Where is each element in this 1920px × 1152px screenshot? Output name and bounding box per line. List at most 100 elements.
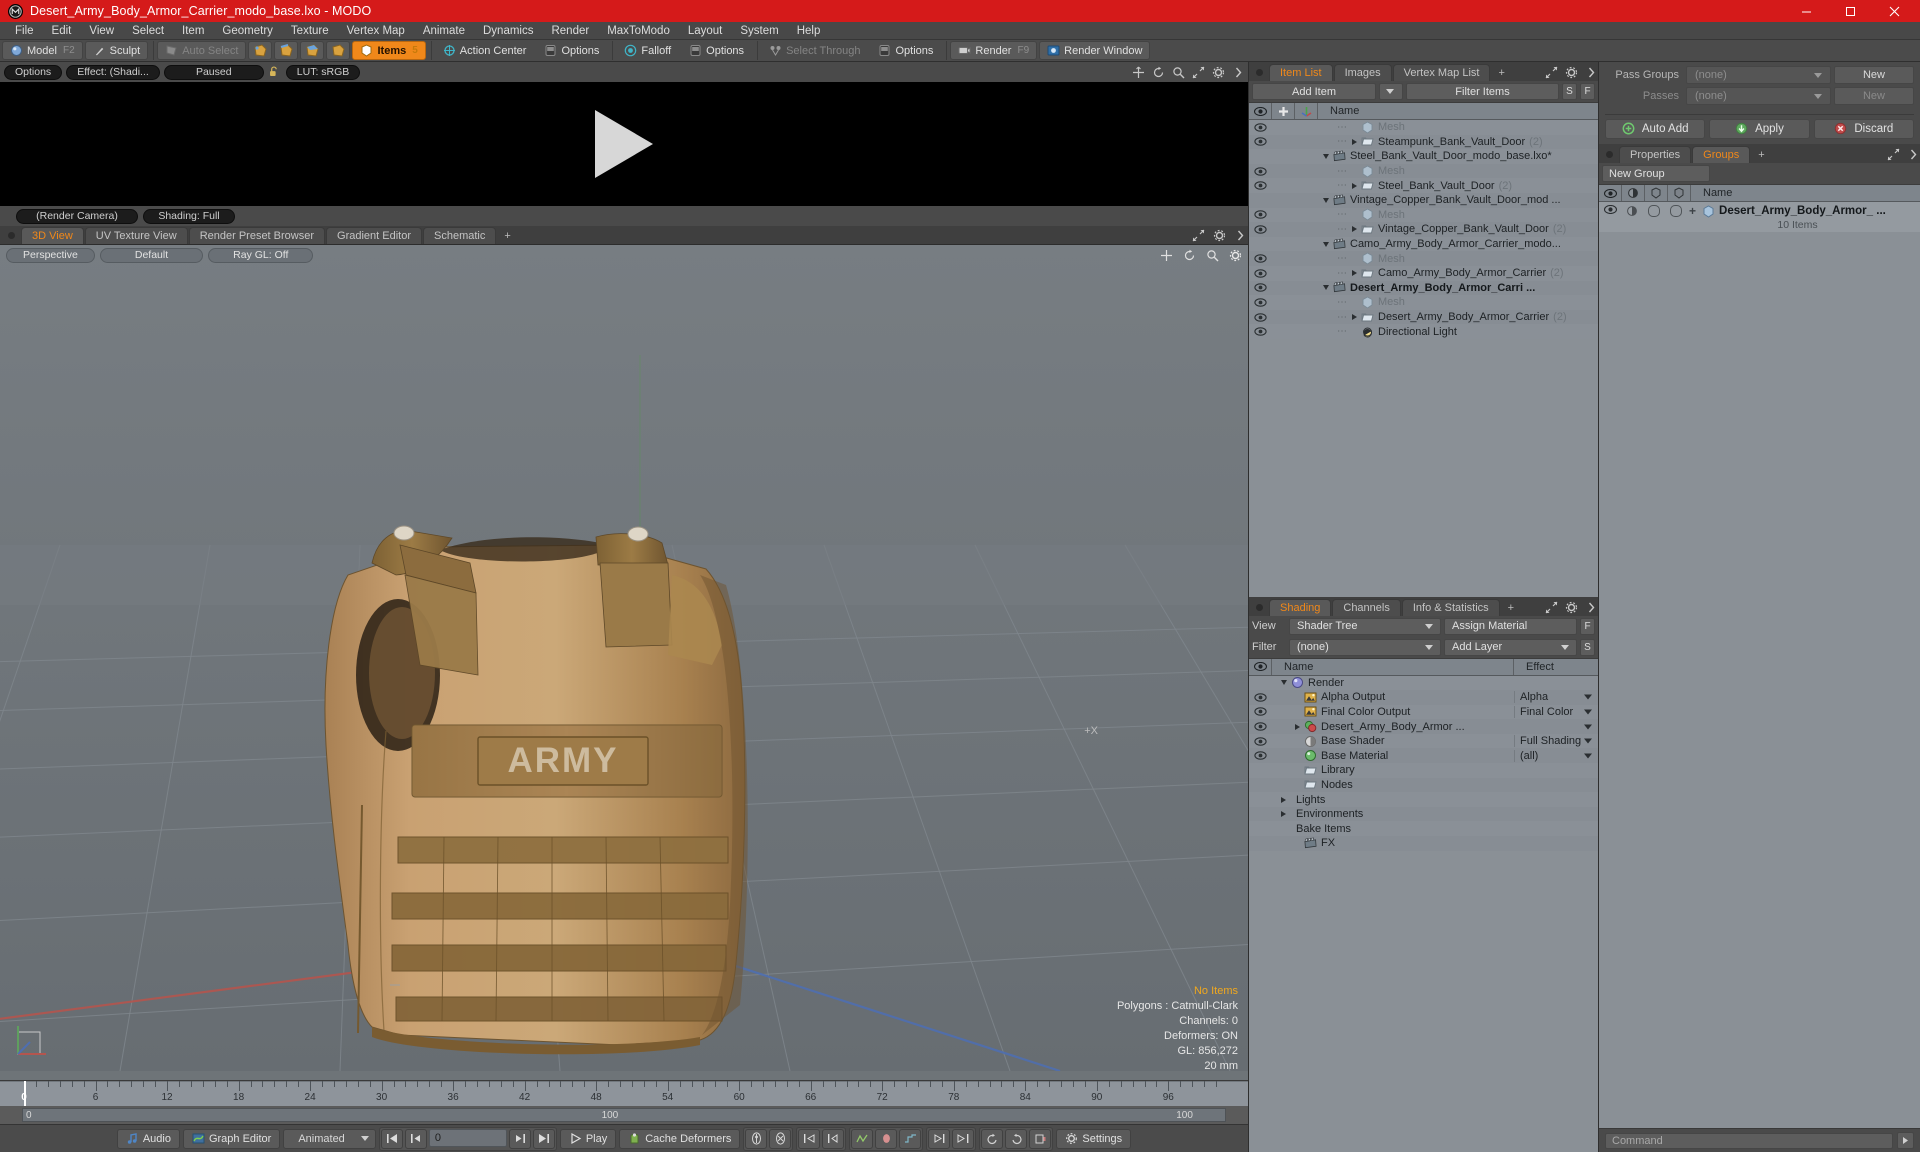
- menu-select[interactable]: Select: [123, 22, 173, 40]
- row-visibility-toggle[interactable]: [1249, 166, 1271, 176]
- shading-row[interactable]: Alpha Output Alpha: [1249, 690, 1598, 705]
- material-select-icon[interactable]: [326, 41, 351, 60]
- expand-arrow-icon[interactable]: [1281, 811, 1286, 818]
- gear-icon-2[interactable]: [1213, 229, 1226, 242]
- collapse-arrow-icon[interactable]: [1323, 153, 1329, 159]
- menu-file[interactable]: File: [6, 22, 43, 40]
- polygon-select-icon[interactable]: [300, 41, 325, 60]
- menu-item[interactable]: Item: [173, 22, 213, 40]
- menu-geometry[interactable]: Geometry: [213, 22, 282, 40]
- add-layer-dropdown[interactable]: Add Layer: [1444, 638, 1577, 656]
- shading-add-tab-button[interactable]: +: [1501, 599, 1521, 616]
- lut-dropdown[interactable]: LUT: sRGB: [285, 64, 361, 80]
- row-visibility-toggle[interactable]: [1249, 210, 1271, 220]
- pass-groups-new-button[interactable]: New: [1834, 66, 1914, 84]
- shading-row-visibility-toggle[interactable]: [1249, 736, 1271, 746]
- expand-icon-3[interactable]: [1545, 66, 1558, 79]
- groups-menu-dot-icon[interactable]: [1606, 151, 1613, 158]
- edge-select-icon[interactable]: [274, 41, 299, 60]
- shading-row[interactable]: Final Color Output Final Color: [1249, 704, 1598, 720]
- header-lock-icon[interactable]: [1272, 103, 1294, 119]
- chevron-right-icon[interactable]: [1232, 66, 1242, 79]
- item-list-row[interactable]: ⋯ Mesh: [1249, 295, 1598, 310]
- render-effect-dropdown[interactable]: Effect: (Shadi...: [66, 64, 160, 80]
- command-input[interactable]: Command: [1605, 1132, 1893, 1149]
- row-visibility-toggle[interactable]: [1249, 327, 1271, 336]
- row-visibility-toggle[interactable]: [1249, 312, 1271, 322]
- shading-filter-dropdown[interactable]: (none): [1289, 638, 1441, 656]
- item-list-row[interactable]: ⋯ Camo_Army_Body_Armor_Carrier (2): [1249, 265, 1598, 281]
- header-axis-icon[interactable]: [1295, 103, 1317, 119]
- timeline-ruler[interactable]: 06121824303642485460667278849096: [0, 1080, 1248, 1106]
- row-visibility-toggle[interactable]: [1249, 298, 1271, 307]
- render-shading-dropdown[interactable]: Shading: Full: [143, 208, 235, 224]
- shading-row-effect[interactable]: Alpha: [1514, 691, 1598, 704]
- header-visibility-icon[interactable]: [1249, 103, 1271, 119]
- shading-row-visibility-toggle[interactable]: [1249, 707, 1271, 717]
- shading-row[interactable]: Nodes: [1249, 777, 1598, 793]
- render-paused-button[interactable]: Paused: [163, 64, 264, 80]
- pass-groups-dropdown[interactable]: (none): [1686, 66, 1831, 84]
- group-row[interactable]: + Desert_Army_Body_Armor_ ... 10 Items: [1599, 202, 1920, 232]
- shading-row[interactable]: Library: [1249, 763, 1598, 778]
- collapse-arrow-icon[interactable]: [1323, 241, 1329, 247]
- move-icon-2[interactable]: [1160, 249, 1173, 262]
- shading-row[interactable]: Base Shader Full Shading: [1249, 733, 1598, 749]
- cache-deformers-button[interactable]: Cache Deformers: [619, 1128, 741, 1149]
- viewport-raygl-toggle[interactable]: Ray GL: Off: [208, 247, 314, 263]
- shading-header-name[interactable]: Name: [1272, 659, 1513, 675]
- select-through-options-button[interactable]: Options: [870, 41, 941, 60]
- settings-button[interactable]: Settings: [1056, 1128, 1132, 1149]
- item-list-row[interactable]: Vintage_Copper_Bank_Vault_Door_mod ...: [1249, 192, 1598, 208]
- shading-s-button[interactable]: S: [1580, 638, 1595, 656]
- item-list-row[interactable]: ⋯ Vintage_Copper_Bank_Vault_Door (2): [1249, 222, 1598, 237]
- assign-material-button[interactable]: Assign Material: [1444, 617, 1577, 635]
- group-visibility-toggle[interactable]: [1599, 204, 1621, 214]
- passes-dropdown[interactable]: (none): [1686, 87, 1831, 105]
- row-visibility-toggle[interactable]: [1249, 268, 1271, 278]
- menu-vertex-map[interactable]: Vertex Map: [338, 22, 414, 40]
- expand-arrow-icon[interactable]: [1352, 226, 1357, 233]
- tab-info-statistics[interactable]: Info & Statistics: [1401, 598, 1500, 616]
- expand-icon-5[interactable]: [1887, 148, 1900, 161]
- sculpt-mode-button[interactable]: Sculpt: [84, 41, 149, 60]
- items-select-button[interactable]: Items 5: [352, 41, 426, 60]
- gear-icon-3[interactable]: [1565, 66, 1578, 79]
- shading-row-effect[interactable]: Final Color: [1514, 705, 1598, 718]
- shading-header-effect[interactable]: Effect: [1514, 659, 1598, 675]
- apply-button[interactable]: Apply: [1709, 119, 1810, 139]
- shading-row-visibility-toggle[interactable]: [1249, 722, 1271, 731]
- row-visibility-toggle[interactable]: [1249, 181, 1271, 190]
- item-list-row[interactable]: ⋯ Directional Light: [1249, 324, 1598, 339]
- chevron-right-icon-2[interactable]: [1234, 229, 1244, 242]
- command-submit-button[interactable]: [1897, 1132, 1914, 1149]
- unlock-icon[interactable]: [268, 65, 282, 79]
- tab-properties[interactable]: Properties: [1619, 146, 1692, 163]
- shading-row-effect[interactable]: Full Shading: [1514, 735, 1598, 748]
- group-mesh-toggle[interactable]: [1643, 204, 1665, 217]
- menu-maxtomodo[interactable]: MaxToModo: [598, 22, 679, 40]
- item-list-row[interactable]: Camo_Army_Body_Armor_Carrier_modo...: [1249, 236, 1598, 252]
- groups-header-visibility-icon[interactable]: [1599, 185, 1621, 201]
- tab-3d-view[interactable]: 3D View: [21, 227, 84, 244]
- menu-help[interactable]: Help: [788, 22, 830, 40]
- collapse-arrow-icon[interactable]: [1323, 285, 1329, 291]
- shading-row-effect[interactable]: (all): [1514, 749, 1598, 762]
- step-forward-button[interactable]: [508, 1128, 531, 1149]
- group-render-toggle[interactable]: [1665, 204, 1687, 217]
- tab-item-list[interactable]: Item List: [1269, 64, 1333, 81]
- chevron-right-icon-5[interactable]: [1907, 148, 1917, 161]
- shading-row[interactable]: Environments: [1249, 806, 1598, 822]
- model-mode-button[interactable]: Model F2: [2, 41, 83, 60]
- item-list-row[interactable]: ⋯ Mesh: [1249, 120, 1598, 135]
- render-camera-dropdown[interactable]: (Render Camera): [16, 208, 138, 224]
- menu-edit[interactable]: Edit: [43, 22, 81, 40]
- expand-arrow-icon[interactable]: [1352, 182, 1357, 189]
- groups-add-tab-button[interactable]: +: [1751, 146, 1771, 163]
- close-button[interactable]: [1872, 0, 1916, 22]
- step-back-button[interactable]: [404, 1128, 427, 1149]
- audio-button[interactable]: Audio: [116, 1128, 180, 1149]
- item-list-body[interactable]: ⋯ Mesh ⋯ Steampunk_Bank_Vault_Door (2) Steel…: [1249, 120, 1598, 597]
- play-button[interactable]: Play: [559, 1128, 617, 1149]
- move-icon[interactable]: [1132, 66, 1145, 79]
